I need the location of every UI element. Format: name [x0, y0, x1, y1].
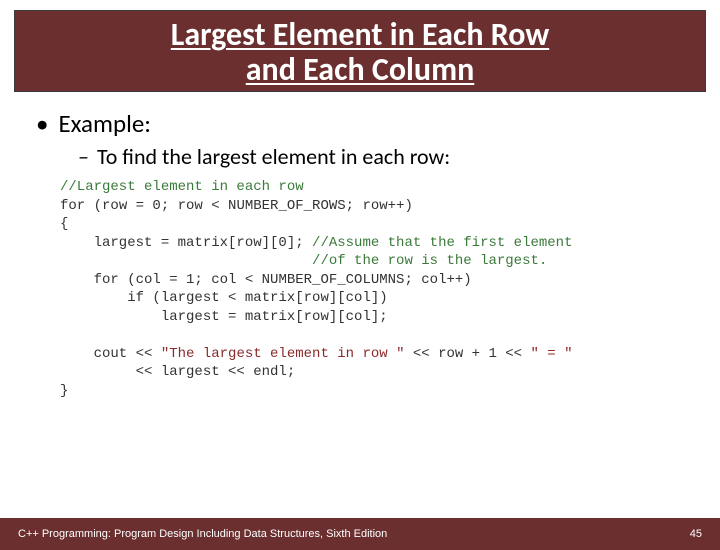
bullet-level-1: • Example:	[36, 108, 696, 139]
code-text: (largest < matrix[row][col])	[144, 290, 388, 306]
code-keyword-if: if	[60, 290, 144, 306]
bullet-dot-icon: •	[36, 108, 48, 139]
slide-footer: C++ Programming: Program Design Includin…	[0, 518, 720, 550]
footer-left-text: C++ Programming: Program Design Includin…	[18, 528, 387, 540]
bullet-level-2: –To find the largest element in each row…	[78, 143, 696, 170]
code-comment: //Assume that the first element	[312, 235, 572, 251]
code-keyword-for: for	[60, 272, 119, 288]
slide-title: Largest Element in Each Row and Each Col…	[25, 17, 695, 87]
code-text: (row = 0; row < NUMBER_OF_ROWS; row++)	[85, 198, 413, 214]
code-block: //Largest element in each row for (row =…	[60, 178, 696, 400]
title-line-2: and Each Column	[246, 50, 475, 89]
code-text: (col = 1; col < NUMBER_OF_COLUMNS; col++…	[119, 272, 472, 288]
code-text: {	[60, 216, 68, 232]
code-text: }	[60, 383, 68, 399]
title-line-1: Largest Element in Each Row	[171, 15, 549, 54]
code-string: "The largest element in row "	[161, 346, 405, 362]
code-text: << row + 1 <<	[404, 346, 530, 362]
code-keyword-for: for	[60, 198, 85, 214]
code-comment: //of the row is the largest.	[60, 253, 547, 269]
footer-page-number: 45	[690, 528, 702, 540]
slide-content: • Example: –To find the largest element i…	[0, 92, 720, 400]
bullet-dash-icon: –	[78, 143, 89, 170]
code-comment: //Largest element in each row	[60, 179, 304, 195]
bullet-2-text: To find the largest element in each row:	[97, 143, 450, 170]
code-string: " = "	[531, 346, 573, 362]
bullet-1-text: Example:	[58, 108, 151, 139]
slide-title-banner: Largest Element in Each Row and Each Col…	[14, 10, 706, 92]
code-text: << largest << endl;	[60, 364, 295, 380]
code-text: largest = matrix[row][col];	[60, 309, 388, 325]
code-text: largest = matrix[row][0];	[60, 235, 312, 251]
code-text: cout <<	[60, 346, 161, 362]
